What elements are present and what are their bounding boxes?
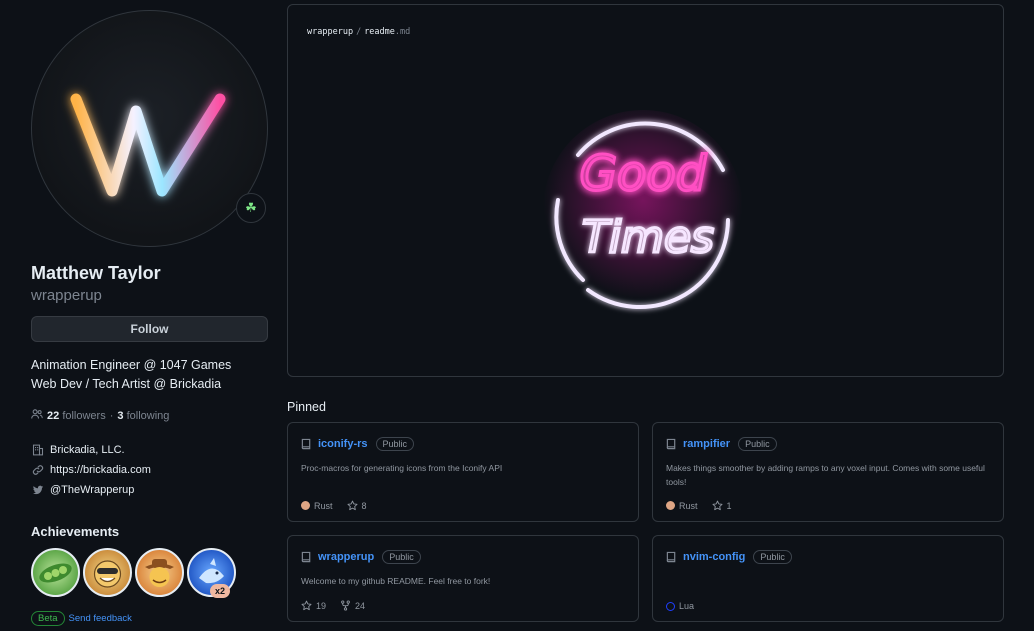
language-dot: [666, 501, 675, 510]
sprout-icon: ☘: [245, 200, 257, 215]
website-item[interactable]: https://brickadia.com: [31, 460, 151, 480]
fork-icon: [341, 600, 350, 611]
profile-login: wrapperup: [31, 287, 102, 304]
twitter-item[interactable]: @TheWrapperup: [31, 480, 151, 500]
good-times-neon-image: Good Times: [543, 110, 743, 310]
avatar-container: ☘: [31, 10, 268, 247]
readme-file-ext: .md: [394, 27, 411, 37]
company-item: Brickadia, LLC.: [31, 440, 151, 460]
repo-icon: [666, 551, 677, 564]
repo-description: Proc-macros for generating icons from th…: [301, 463, 503, 473]
star-icon: [347, 500, 357, 511]
beta-label: Beta: [31, 611, 65, 626]
pea-pod-icon: [39, 563, 72, 583]
achievements-title: Achievements: [31, 524, 120, 539]
readme-repo-link[interactable]: wrapperup: [307, 27, 353, 37]
cowboy-badge[interactable]: [135, 548, 184, 597]
visibility-badge: Public: [382, 550, 421, 564]
visibility-badge: Public: [738, 437, 777, 451]
repo-meta: Lua: [666, 601, 694, 611]
pinned-repo-card: wrapperup Public Welcome to my github RE…: [287, 535, 639, 622]
repo-icon: [301, 438, 312, 451]
bio-line: Web Dev / Tech Artist @ Brickadia: [31, 377, 222, 391]
readme-card: wrapperup / readme.md Good Times: [287, 4, 1004, 377]
achievement-badges: [31, 548, 236, 597]
pinned-repo-card: iconify-rs Public Proc-macros for genera…: [287, 422, 639, 522]
send-feedback-link[interactable]: Send feedback: [69, 613, 132, 624]
repo-meta: Rust 8: [301, 500, 367, 511]
readme-file-link[interactable]: readme: [364, 27, 395, 37]
cat-face-icon: [93, 560, 122, 588]
card-header: nvim-config Public: [666, 550, 792, 564]
followers-link[interactable]: 22 followers: [47, 410, 106, 422]
language-dot: [666, 601, 675, 611]
follow-stats: 22 followers · 3 following: [31, 408, 169, 423]
card-header: iconify-rs Public: [301, 437, 415, 451]
grinning-cat-badge[interactable]: [83, 548, 132, 597]
status-badge[interactable]: ☘: [236, 193, 266, 223]
repo-icon: [301, 551, 312, 564]
pinned-repo-card: rampifier Public Makes things smoother b…: [652, 422, 1004, 522]
pinned-title: Pinned: [287, 400, 326, 414]
repo-description: Makes things smoother by adding ramps to…: [666, 463, 985, 487]
beta-row: Beta Send feedback: [31, 611, 132, 626]
repo-description: Welcome to my github README. Feel free t…: [301, 576, 491, 586]
follow-button[interactable]: Follow: [31, 316, 268, 342]
repo-language: Rust: [666, 501, 698, 511]
readme-path: wrapperup / readme.md: [307, 27, 410, 37]
visibility-badge: Public: [375, 437, 415, 451]
neon-line-2: Times: [582, 212, 714, 263]
website-link[interactable]: https://brickadia.com: [50, 464, 151, 476]
pinned-repo-card: nvim-config Public Lua: [652, 535, 1004, 622]
stars-link[interactable]: 8: [347, 500, 367, 511]
company-text: Brickadia, LLC.: [50, 444, 125, 456]
cowboy-icon: [145, 559, 174, 587]
profile-name: Matthew Taylor: [31, 263, 161, 283]
people-icon: [31, 408, 43, 423]
repo-meta: 19 24: [301, 600, 365, 611]
repo-language: Lua: [666, 601, 694, 611]
card-header: rampifier Public: [666, 437, 777, 451]
pea-pod-badge[interactable]: [31, 548, 80, 597]
repo-link[interactable]: rampifier: [683, 438, 730, 450]
following-link[interactable]: 3 following: [117, 410, 169, 422]
visibility-badge: Public: [753, 550, 792, 564]
profile-details: Brickadia, LLC. https://brickadia.com @T…: [31, 440, 151, 500]
stars-link[interactable]: 19: [301, 600, 326, 611]
card-header: wrapperup Public: [301, 550, 421, 564]
badge-count: x2: [210, 584, 231, 598]
star-icon: [301, 600, 312, 611]
bio-line: Animation Engineer @ 1047 Games: [31, 358, 232, 372]
repo-link[interactable]: nvim-config: [683, 551, 745, 563]
repo-link[interactable]: iconify-rs: [318, 438, 368, 450]
separator-dot: ·: [109, 409, 114, 422]
link-icon: [31, 464, 44, 477]
repo-icon: [666, 438, 677, 451]
forks-link[interactable]: 24: [340, 600, 365, 611]
repo-meta: Rust 1: [666, 500, 732, 511]
profile-bio: Animation Engineer @ 1047 Games Web Dev …: [31, 356, 268, 394]
neon-line-1: Good: [580, 146, 707, 202]
path-separator: /: [356, 27, 362, 37]
twitter-icon: [31, 484, 44, 497]
star-icon: [712, 500, 722, 511]
repo-link[interactable]: wrapperup: [318, 551, 374, 563]
language-dot: [301, 501, 310, 510]
avatar[interactable]: [31, 10, 268, 247]
building-icon: [31, 444, 44, 457]
repo-language: Rust: [301, 501, 333, 511]
neon-w-logo: [70, 93, 226, 197]
stars-link[interactable]: 1: [712, 500, 732, 511]
twitter-handle[interactable]: @TheWrapperup: [50, 484, 134, 496]
